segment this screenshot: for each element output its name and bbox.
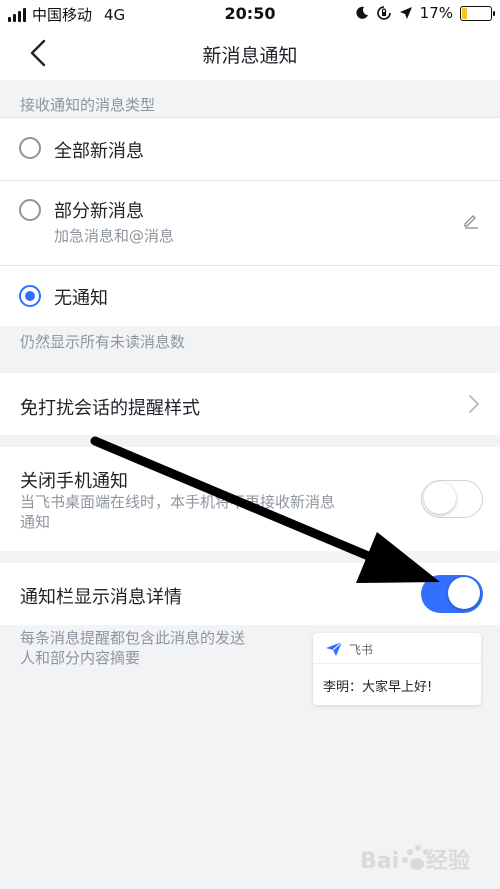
detail-notify-desc-line1: 每条消息提醒都包含此消息的发送	[20, 629, 246, 647]
option-sublabel: 加急消息和@消息	[54, 227, 175, 245]
phone-notify-desc-line1: 当飞书桌面端在线时，本手机将不再接收新消息	[20, 493, 336, 511]
phone-notify-label: 关闭手机通知	[20, 471, 128, 492]
watermark-logo: Bai 经验	[360, 845, 470, 874]
page-title: 新消息通知	[202, 45, 298, 67]
dnd-style-row[interactable]: 免打扰会话的提醒样式	[0, 373, 500, 435]
dnd-style-label: 免打扰会话的提醒样式	[20, 398, 200, 419]
phone-notify-toggle[interactable]	[421, 480, 483, 518]
radio-partial-messages[interactable]	[19, 199, 41, 221]
option-all-messages[interactable]: 全部新消息	[0, 118, 500, 180]
status-bar: 中国移动 4G 20:50 17%	[0, 0, 500, 28]
toggle-knob	[424, 482, 456, 514]
moon-icon	[356, 6, 368, 19]
radio-all-messages[interactable]	[19, 137, 41, 159]
option-label: 全部新消息	[54, 141, 144, 162]
battery-percent: 17%	[419, 4, 453, 22]
phone-notify-row: 关闭手机通知 当飞书桌面端在线时，本手机将不再接收新消息 通知	[0, 447, 500, 551]
svg-text:Bai: Bai	[360, 849, 399, 874]
notification-preview-card: 飞书 李明：大家早上好!	[313, 633, 481, 705]
battery-icon	[460, 5, 495, 21]
location-icon	[399, 7, 412, 19]
svg-text:经验: 经验	[426, 848, 470, 874]
option-partial-messages[interactable]: 部分新消息 加急消息和@消息	[0, 181, 500, 265]
option-label: 部分新消息	[54, 201, 144, 222]
rotation-lock-icon	[376, 6, 391, 20]
radio-no-notification[interactable]	[19, 285, 41, 307]
detail-notify-row: 通知栏显示消息详情	[0, 563, 500, 625]
option-label: 无通知	[54, 288, 108, 309]
pencil-icon[interactable]	[462, 211, 480, 229]
phone-notify-desc-line2: 通知	[20, 513, 51, 531]
option-no-notification[interactable]: 无通知	[0, 266, 500, 326]
detail-notify-desc-line2: 人和部分内容摘要	[20, 649, 141, 667]
toggle-knob	[448, 577, 480, 609]
divider	[313, 663, 481, 664]
status-right: 17%	[355, 4, 495, 22]
notify-types-header: 接收通知的消息类型	[20, 96, 156, 114]
preview-message: 李明：大家早上好!	[323, 680, 433, 695]
unread-count-note: 仍然显示所有未读消息数	[20, 333, 186, 351]
preview-app-name: 飞书	[349, 643, 374, 657]
chevron-right-icon	[469, 395, 479, 413]
nav-bar: 新消息通知	[0, 28, 500, 80]
detail-notify-label: 通知栏显示消息详情	[20, 587, 182, 608]
feishu-logo-icon	[326, 641, 343, 656]
notify-types-card: 全部新消息 部分新消息 加急消息和@消息 无通知	[0, 118, 500, 326]
detail-notify-toggle[interactable]	[421, 575, 483, 613]
battery-fill	[462, 7, 467, 19]
